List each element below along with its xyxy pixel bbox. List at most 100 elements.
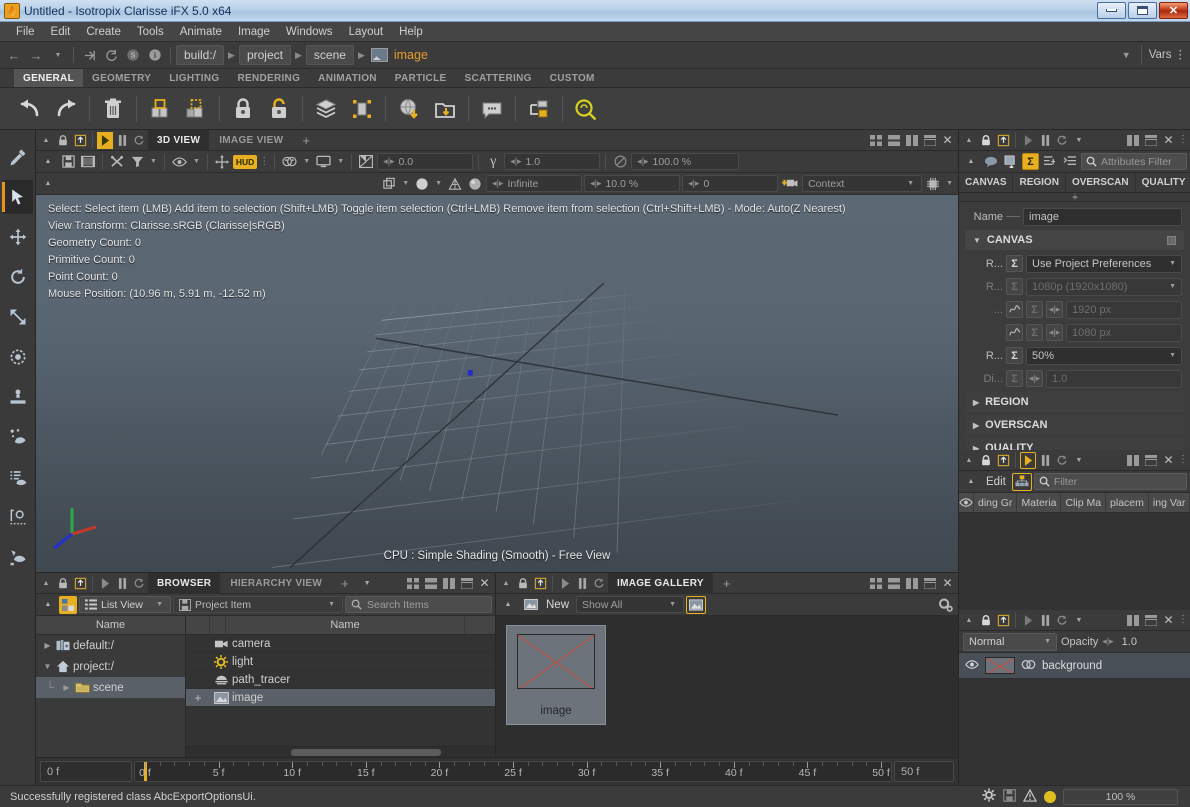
split-horizontal-icon[interactable] <box>885 132 902 149</box>
blend-mode-dropdown[interactable]: Normal ▼ <box>963 633 1057 651</box>
shading-mode-icon[interactable] <box>280 153 299 171</box>
sigma-toggle-button[interactable]: Σ <box>1022 153 1039 170</box>
edit-menu-button[interactable]: Edit <box>982 473 1010 491</box>
export-icon[interactable] <box>995 452 1011 469</box>
split-horizontal-icon[interactable] <box>422 575 439 592</box>
combiner-icon[interactable] <box>308 92 344 126</box>
list-item[interactable]: + image <box>186 689 495 707</box>
name-input[interactable]: image <box>1023 208 1182 226</box>
shelf-tab-general[interactable]: GENERAL <box>14 69 83 87</box>
tab-3d-view[interactable]: 3D VIEW <box>148 130 209 151</box>
sigma-icon[interactable]: Σ <box>1026 301 1043 318</box>
no-color-icon[interactable] <box>611 153 629 171</box>
chevron-down-icon[interactable]: ▼ <box>905 180 916 187</box>
export-icon[interactable] <box>995 612 1011 629</box>
refresh-icon[interactable] <box>591 575 607 592</box>
collapse-icon[interactable]: ▲ <box>39 175 57 193</box>
spinner-arrows-icon[interactable]: ◂|▸ <box>1046 324 1063 341</box>
column-shading-group[interactable]: ding Gr <box>974 493 1017 512</box>
delete-icon[interactable] <box>95 92 131 126</box>
chevron-right-icon[interactable]: ▶ <box>973 444 979 451</box>
timeline-track[interactable]: 0 f5 f10 f15 f20 f25 f30 f35 f40 f45 f50… <box>134 761 892 782</box>
panel-collapse-icon[interactable]: ▲ <box>961 612 977 629</box>
shelf-tab-rendering[interactable]: RENDERING <box>228 69 309 87</box>
hud-toggle-button[interactable]: HUD <box>233 155 257 169</box>
chevron-down-icon[interactable]: ▼ <box>944 180 955 187</box>
width-input[interactable]: 1920 px <box>1066 301 1182 319</box>
column-clip-map[interactable]: Clip Ma <box>1061 493 1106 512</box>
list-paint-tool[interactable] <box>3 460 33 494</box>
warning-icon[interactable] <box>1023 789 1037 805</box>
chevron-down-icon[interactable]: ▼ <box>148 158 159 165</box>
viewport-3d[interactable]: Select: Select item (LMB) Add item to se… <box>36 195 958 572</box>
maximize-panel-icon[interactable] <box>921 575 938 592</box>
lock-icon[interactable] <box>55 132 71 149</box>
chevron-down-icon[interactable]: ▼ <box>326 601 337 608</box>
chevron-down-icon[interactable]: ▼ <box>191 158 202 165</box>
split-vertical-icon[interactable] <box>903 132 920 149</box>
info-icon[interactable]: i <box>145 45 165 65</box>
curve-icon[interactable] <box>1006 324 1023 341</box>
pause-icon[interactable] <box>114 575 130 592</box>
path-dropdown-icon[interactable]: ▼ <box>1114 50 1139 60</box>
indent-icon[interactable] <box>1041 153 1059 171</box>
chevron-down-icon[interactable]: ▼ <box>154 601 165 608</box>
eyedropper-tool[interactable] <box>3 140 33 174</box>
save-icon[interactable] <box>1003 789 1016 805</box>
gamma-icon[interactable]: γ <box>484 153 502 171</box>
split-vertical-icon[interactable] <box>1124 452 1141 469</box>
collapse-icon[interactable]: ▲ <box>962 153 980 171</box>
list-item[interactable]: camera <box>186 635 495 653</box>
section-header-region[interactable]: ▶ REGION <box>965 392 1184 412</box>
chevron-down-icon[interactable]: ▼ <box>667 601 678 608</box>
add-tab-button[interactable]: + <box>332 573 358 594</box>
add-tab-button[interactable]: + <box>714 573 740 594</box>
tree-row-project[interactable]: ▼ project:/ <box>36 656 185 677</box>
resolution-multiplier-dropdown[interactable]: 50% ▼ <box>1026 347 1182 365</box>
vars-menu-icon[interactable]: ⋮ <box>1175 51 1187 59</box>
chevron-down-icon[interactable]: ▼ <box>42 662 53 671</box>
layers-list[interactable]: background <box>959 653 1190 785</box>
menu-edit[interactable]: Edit <box>43 24 79 40</box>
layout-grid-icon[interactable] <box>867 132 884 149</box>
shelf-tab-animation[interactable]: ANIMATION <box>309 69 386 87</box>
sigma-icon[interactable]: Σ <box>1006 278 1023 295</box>
show-filter-dropdown[interactable]: Show All ▼ <box>576 596 684 613</box>
forward-icon[interactable]: → <box>26 45 46 65</box>
panel-gripper[interactable]: ◂|▸ <box>959 193 1190 202</box>
menu-help[interactable]: Help <box>391 24 431 40</box>
menu-file[interactable]: File <box>8 24 43 40</box>
rotate-tool[interactable] <box>3 260 33 294</box>
snapshot-icon[interactable]: S <box>123 45 143 65</box>
add-attribute-icon[interactable] <box>1002 153 1020 171</box>
column-material[interactable]: Materia <box>1017 493 1061 512</box>
chevron-down-icon[interactable]: ▼ <box>1044 638 1051 645</box>
infinite-field[interactable]: ◂|▸ Infinite <box>486 175 582 192</box>
chevron-down-icon[interactable]: ▼ <box>1071 452 1087 469</box>
search-items-input[interactable]: Search Items <box>345 596 492 613</box>
maximize-panel-icon[interactable] <box>1142 612 1159 629</box>
tab-image-gallery[interactable]: IMAGE GALLERY <box>608 573 713 594</box>
group-icon[interactable] <box>521 92 557 126</box>
play-icon[interactable] <box>1020 612 1036 629</box>
scatterer-icon[interactable] <box>344 92 380 126</box>
close-button[interactable]: ✕ <box>1159 2 1188 19</box>
add-tab-button[interactable]: + <box>293 130 319 151</box>
panel-collapse-icon[interactable]: ▲ <box>961 132 977 149</box>
reference-icon[interactable] <box>427 92 463 126</box>
tab-image-view[interactable]: IMAGE VIEW <box>210 130 292 151</box>
sphere-icon[interactable] <box>466 175 484 193</box>
new-image-button[interactable]: New <box>519 596 574 614</box>
display-ratio-input[interactable]: 1.0 <box>1046 370 1182 388</box>
chevron-down-icon[interactable]: ▼ <box>973 236 981 245</box>
section-tab-region[interactable]: REGION <box>1013 173 1065 192</box>
chevron-down-icon[interactable]: ▼ <box>1071 132 1087 149</box>
spinner-arrows-icon[interactable]: ◂|▸ <box>1046 301 1063 318</box>
lock-icon[interactable] <box>978 132 994 149</box>
gallery-settings-icon[interactable] <box>936 596 955 614</box>
resolution-mode-dropdown[interactable]: Use Project Preferences ▼ <box>1026 255 1182 273</box>
timeline-end-field[interactable]: 50 f <box>894 761 954 782</box>
pause-icon[interactable] <box>1037 132 1053 149</box>
shelf-tab-custom[interactable]: CUSTOM <box>541 69 604 87</box>
maximize-button[interactable] <box>1128 2 1157 19</box>
